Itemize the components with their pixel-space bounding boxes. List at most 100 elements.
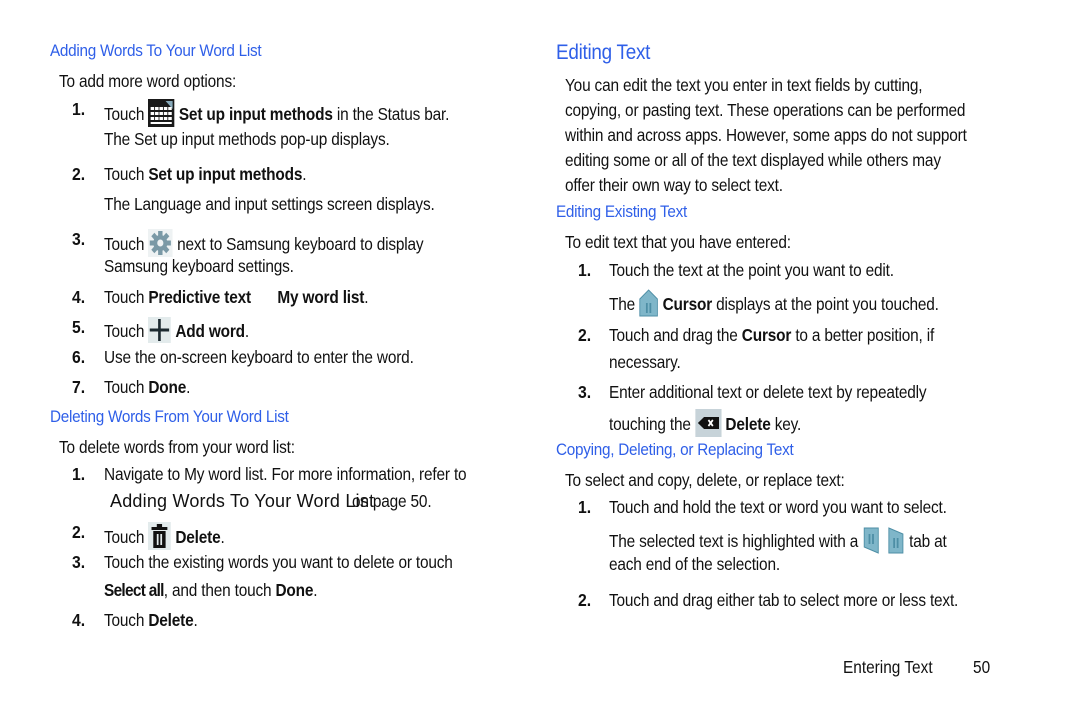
step-subtext: The Set up input methods pop-up displays… [104,129,390,149]
step-pre: Touch [104,164,149,184]
step-text: Navigate to My word list. For more infor… [104,464,467,484]
step-post: to a better position, if [791,325,935,345]
step-text: Touch Predictive text My word list. [104,287,369,308]
step-post: . [186,377,191,397]
step-number: 2. [578,325,592,345]
step-post: displays at the point you touched. [712,294,939,315]
step-pre: Touch [104,377,149,397]
step-post: tab at [909,531,947,552]
step-post: . [364,287,369,307]
step-number: 2. [72,522,86,542]
step-bold: Set up input methods [178,104,333,125]
paragraph-line: copying, or pasting text. These operatio… [565,100,966,120]
step-post: in the Status bar. [332,104,450,125]
step-text: Use the on-screen keyboard to enter the … [104,347,414,367]
step-bold: Add word [175,321,245,342]
step-continuation: Select all, and then touch Done. [104,580,318,601]
selection-tab-left-icon [862,526,880,559]
cursor-icon [639,289,659,322]
plus-icon [148,317,172,348]
step-bold: Select all [104,580,164,600]
selection-tab-right-icon [887,526,905,559]
backspace-icon [694,409,722,442]
step-post: . [193,610,198,630]
step-continuation: each end of the selection. [609,554,780,574]
intro-text: To add more word options: [59,71,237,91]
step-bold: Predictive text [148,287,251,307]
step-number: 4. [72,287,86,307]
step-number: 1. [578,260,592,280]
step-post: . [302,164,307,184]
step-bold: Cursor [741,325,792,345]
step-number: 2. [72,164,86,184]
step-pre: Touch [104,527,145,548]
cross-reference-link[interactable]: Adding Words To Your Word List [110,491,374,512]
step-number: 3. [72,552,86,572]
step-number: 1. [72,464,86,484]
step-bold: Cursor [662,294,713,315]
step-text: Touch and drag either tab to select more… [609,590,959,610]
step-number: 5. [72,317,86,337]
paragraph-line: offer their own way to select text. [565,175,783,195]
step-number: 6. [72,347,86,367]
step-text: Touch Add word. [104,317,249,348]
step-continuation: touching the Delete key. [609,409,801,442]
step-pre: Touch [104,610,149,630]
step-post: next to Samsung keyboard to display [177,234,424,255]
section-heading-deleting-words[interactable]: Deleting Words From Your Word List [50,407,289,427]
step-text: Enter additional text or delete text by … [609,382,927,402]
step-number: 1. [578,497,592,517]
step-text: Touch Set up input methods in the Status… [104,99,449,132]
step-bold: Done [148,377,187,397]
intro-text: To select and copy, delete, or replace t… [565,470,845,490]
step-pre: Touch [104,321,145,342]
step-number: 7. [72,377,86,397]
section-heading-copying[interactable]: Copying, Deleting, or Replacing Text [556,440,794,460]
section-heading-editing-existing[interactable]: Editing Existing Text [556,202,687,222]
intro-text: To edit text that you have entered: [565,232,791,252]
step-bold: Set up input methods [148,164,303,184]
step-pre: The selected text is highlighted with a [609,531,859,552]
step-post: . [313,580,318,600]
step-post: . [244,321,250,342]
step-bold: Delete [148,610,194,630]
step-bold-2: Done [275,580,314,600]
step-pre: Touch [104,287,149,307]
step-subtext: The Language and input settings screen d… [104,194,435,214]
step-bold: Delete [175,527,221,548]
step-text: Touch Set up input methods. [104,164,307,185]
step-pre: Touch and drag the [609,325,742,345]
paragraph-line: within and across apps. However, some ap… [565,125,967,145]
step-pre: Touch [104,234,145,255]
page-number: 50 [973,657,991,677]
step-pre: Touch [104,104,145,125]
step-text: Touch Done. [104,377,190,398]
paragraph-line: You can edit the text you enter in text … [565,75,923,95]
step-text: Touch and hold the text or word you want… [609,497,947,517]
step-text: Touch the existing words you want to del… [104,552,453,572]
page-title: Editing Text [556,41,651,64]
footer-chapter: Entering Text [843,657,933,677]
intro-text: To delete words from your word list: [59,437,295,457]
step-pre: The [609,294,636,315]
step-text: Touch and drag the Cursor to a better po… [609,325,934,346]
section-heading-adding-words[interactable]: Adding Words To Your Word List [50,41,262,61]
step-subtext: The Cursor displays at the point you tou… [609,289,939,322]
step-number: 3. [578,382,592,402]
step-text: Touch Delete. [104,610,198,631]
step-continuation: necessary. [609,352,681,372]
step-number: 3. [72,229,86,249]
step-pre: touching the [609,414,691,435]
step-number: 1. [72,99,86,119]
trash-icon [148,522,172,555]
step-number: 4. [72,610,86,630]
step-post: key. [770,414,802,435]
step-mid: , and then touch [163,580,276,600]
step-post: . [220,527,225,548]
keyboard-icon [148,99,175,132]
paragraph-line: editing some or all of the text displaye… [565,150,941,170]
step-text: Touch Delete. [104,522,225,555]
page-reference: on page 50. [352,491,432,511]
step-continuation: Samsung keyboard settings. [104,256,294,276]
step-text: Touch the text at the point you want to … [609,260,894,280]
